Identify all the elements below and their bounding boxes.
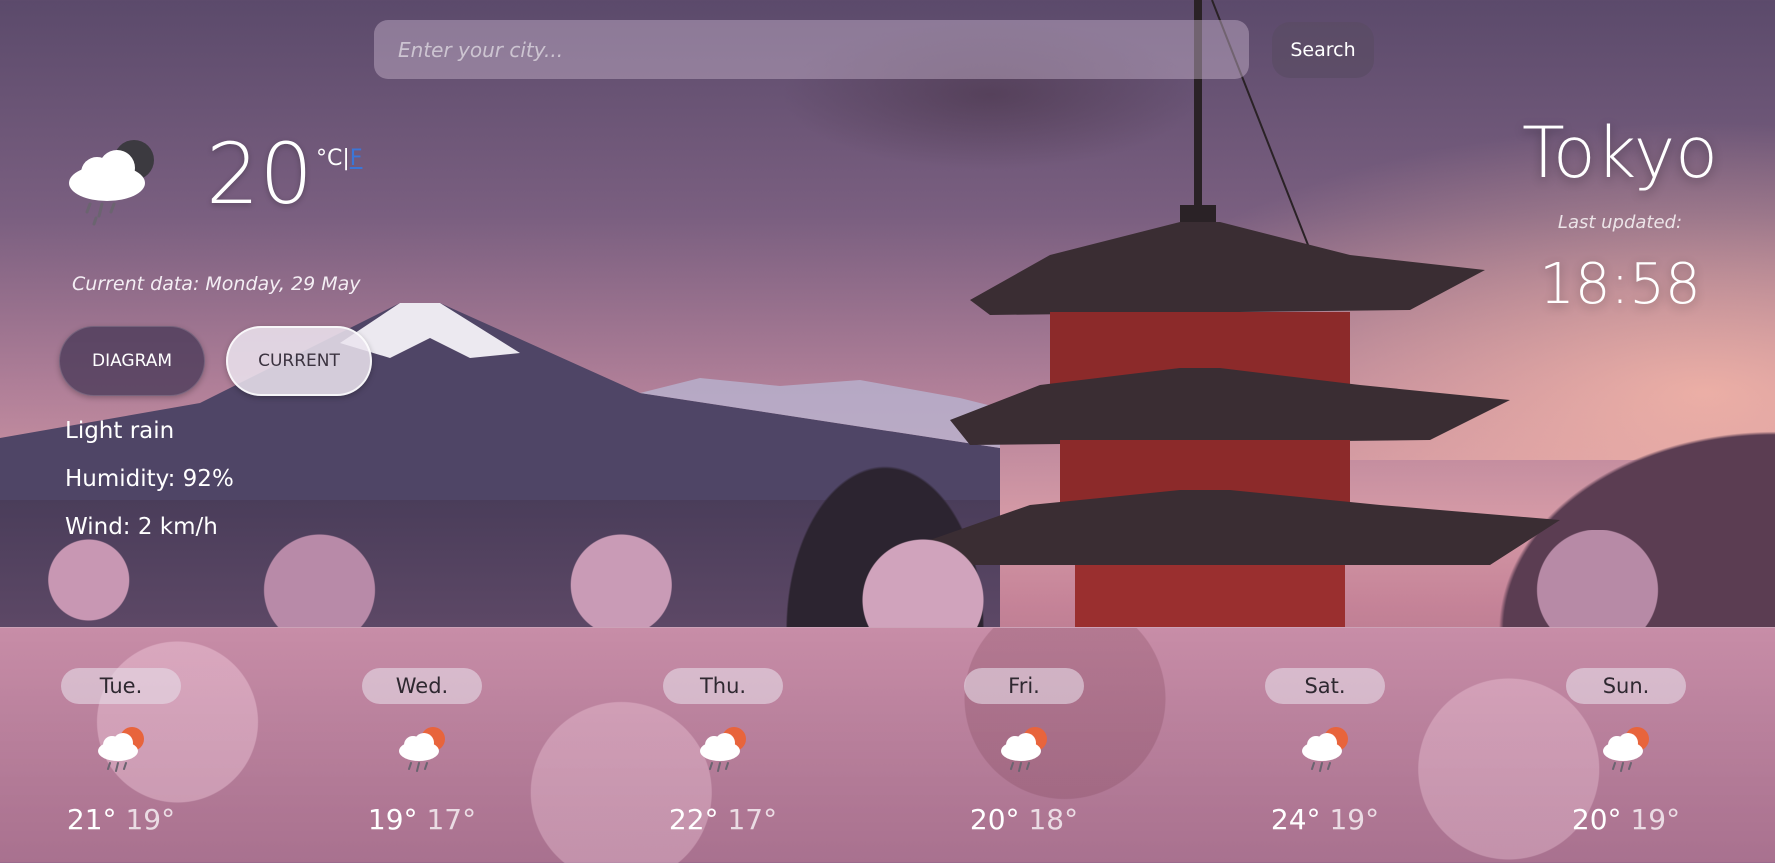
day-label: Sun.	[1566, 668, 1686, 704]
city-name: Tokyo	[1522, 112, 1718, 194]
last-updated-label: Last updated:	[1557, 212, 1683, 233]
cloud-sun-rain-icon	[98, 727, 144, 772]
cloud-sun-rain-icon	[1302, 727, 1348, 772]
day-temps: 22° 17°	[653, 803, 793, 836]
current-view-button[interactable]: CURRENT	[226, 326, 372, 396]
day-temps: 20° 18°	[954, 803, 1094, 836]
current-temperature: 20	[206, 125, 313, 223]
cherry-blossoms	[0, 530, 1775, 627]
max-temp: 19°	[367, 803, 418, 836]
forecast-day: Fri. 20° 18°	[954, 628, 1094, 863]
fahrenheit-toggle[interactable]: F	[350, 146, 363, 171]
celsius-toggle[interactable]: °C	[316, 146, 342, 171]
last-updated-time: 18:58	[1539, 252, 1701, 317]
unit-separator: |	[342, 146, 350, 171]
humidity: Humidity: 92%	[65, 466, 234, 492]
min-temp: 17°	[727, 803, 778, 836]
day-temps: 24° 19°	[1255, 803, 1395, 836]
forecast-day: Sat. 24° 19°	[1255, 628, 1395, 863]
day-label: Wed.	[362, 668, 482, 704]
diagram-view-button[interactable]: DIAGRAM	[59, 326, 205, 396]
cloud-sun-rain-icon	[1603, 727, 1649, 772]
search-button[interactable]: Search	[1272, 22, 1374, 78]
day-label: Tue.	[61, 668, 181, 704]
min-temp: 17°	[426, 803, 477, 836]
max-temp: 21°	[66, 803, 117, 836]
day-temps: 19° 17°	[352, 803, 492, 836]
current-date: Current data: Monday, 29 May	[72, 273, 361, 295]
day-temps: 20° 19°	[1556, 803, 1696, 836]
min-temp: 19°	[125, 803, 176, 836]
cloud-rain-moon-icon	[69, 140, 154, 226]
min-temp: 19°	[1329, 803, 1380, 836]
max-temp: 20°	[969, 803, 1020, 836]
day-label: Thu.	[663, 668, 783, 704]
day-label: Fri.	[964, 668, 1084, 704]
city-search-input[interactable]	[374, 20, 1249, 79]
cloud-sun-rain-icon	[399, 727, 445, 772]
weather-description: Light rain	[65, 418, 175, 444]
min-temp: 18°	[1028, 803, 1079, 836]
cloud-sun-rain-icon	[700, 727, 746, 772]
forecast-day: Thu. 22° 17°	[653, 628, 793, 863]
max-temp: 22°	[668, 803, 719, 836]
forecast-day: Sun. 20° 19°	[1556, 628, 1696, 863]
forecast-day: Wed. 19° 17°	[352, 628, 492, 863]
forecast-day: Tue. 21° 19°	[51, 628, 191, 863]
min-temp: 19°	[1630, 803, 1681, 836]
max-temp: 20°	[1571, 803, 1622, 836]
unit-toggle: °C|F	[316, 146, 362, 171]
forecast-panel: Tue. 21° 19° Wed. 19° 17° Thu. 22° 17° F…	[0, 627, 1775, 863]
max-temp: 24°	[1270, 803, 1321, 836]
day-temps: 21° 19°	[51, 803, 191, 836]
day-label: Sat.	[1265, 668, 1385, 704]
wind-speed: Wind: 2 km/h	[65, 514, 218, 540]
cloud-sun-rain-icon	[1001, 727, 1047, 772]
